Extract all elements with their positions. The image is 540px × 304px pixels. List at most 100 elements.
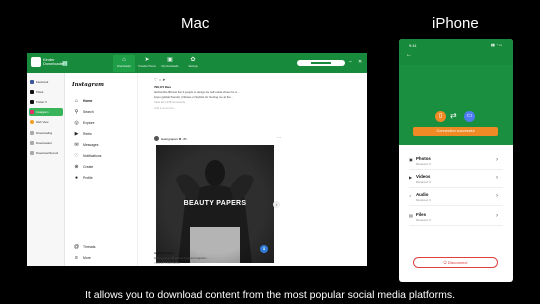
sidebar-item-instagram[interactable]: Instagram (29, 108, 63, 116)
post-caption-top-2: inspo (global friends) | tributes et Sty… (154, 95, 234, 99)
ig-nav-notifications[interactable]: ♡ Notifications (74, 153, 101, 159)
post-username[interactable]: beautypapers ✿ · 8h (161, 137, 187, 141)
post-image[interactable]: BEAUTY PAPERS ⬇ (156, 145, 274, 263)
close-icon[interactable]: ✕ (358, 59, 362, 65)
sidebar-item-label: Twitter X (36, 100, 47, 104)
iphone-label: iPhone (432, 15, 479, 32)
sidebar-item-label: Tiktok (36, 90, 44, 94)
iphone-screen: 9:41 ▮▮ ◔ ▭ ← ▯ ⇄ ▭ Connection successfu… (399, 39, 513, 282)
status-time: 9:41 (409, 43, 417, 48)
download-status-pill[interactable] (297, 60, 345, 66)
ig-nav-more[interactable]: ≡ More (74, 255, 91, 261)
ig-nav-messages[interactable]: ✉ Messages (74, 142, 98, 148)
chevron-right-icon: › (496, 193, 498, 199)
ig-nav-create[interactable]: ⊕ Create (74, 164, 93, 170)
platform-sidebar: Facebook Tiktok Twitter X Instagram Web … (27, 73, 65, 266)
messenger-icon: ✉ (74, 142, 79, 148)
tab-downloader[interactable]: ⌂ Downloader (113, 55, 135, 72)
tab-settings[interactable]: ✿ Settings (182, 55, 204, 72)
chevron-right-icon: › (496, 213, 498, 219)
download-fab[interactable]: ⬇ (260, 245, 268, 253)
profile-icon: ● (74, 175, 79, 181)
row-files[interactable]: ▤ Files Received: 0 › (409, 210, 503, 226)
ig-nav-label: Threads (83, 245, 96, 249)
ig-nav-home[interactable]: ⌂ Home (74, 98, 92, 104)
ig-nav-label: Reels (83, 132, 92, 136)
heart-icon: ♡ (74, 153, 79, 159)
video-icon: ▶ (409, 175, 413, 180)
more-icon[interactable]: ··· (277, 135, 281, 140)
back-arrow-icon[interactable]: ← (406, 52, 412, 58)
tiktok-icon (30, 90, 34, 94)
avatar[interactable] (154, 136, 159, 141)
download-icon (30, 131, 34, 135)
chevron-right-icon[interactable]: › (273, 201, 280, 208)
caption: It allows you to download content from t… (84, 289, 456, 301)
download-icon: ⌂ (122, 57, 126, 63)
ig-nav-label: Home (83, 99, 93, 103)
row-title: Files (416, 212, 427, 217)
sidebar-item-facebook[interactable]: Facebook (29, 78, 63, 86)
row-sub: Received: 0 (416, 218, 431, 222)
ig-nav-label: Explore (83, 121, 95, 125)
ig-nav-explore[interactable]: ◎ Explore (74, 120, 95, 126)
ig-nav-threads[interactable]: @ Threads (74, 244, 95, 250)
sidebar-item-record[interactable]: Download Record (29, 149, 63, 157)
row-title: Audio (416, 192, 429, 197)
sidebar-item-label: Downloading (36, 131, 53, 135)
ig-nav-label: Profile (83, 176, 93, 180)
post-caption-bottom: beautypapers ✿ @beautypapersmagazine ... (154, 256, 210, 260)
tab-transfer-phone[interactable]: ➤ Transfer Phone (136, 55, 158, 72)
sidebar-item-label: Instagram (36, 110, 49, 114)
chevron-right-icon: › (496, 175, 498, 181)
post-overlay-title: BEAUTY PAPERS (183, 200, 247, 207)
row-sub: Received: 0 (416, 180, 431, 184)
sidebar-item-web-view[interactable]: Web View (29, 118, 63, 126)
tab-label: Settings (188, 65, 198, 68)
app-logo (31, 57, 41, 67)
likes-count-top: 798,174 likes (154, 85, 172, 89)
row-videos[interactable]: ▶ Videos Received: 0 › (409, 172, 503, 188)
tab-label: Downloader (117, 65, 131, 68)
tab-my-downloads[interactable]: ▣ My Downloads (159, 55, 181, 72)
ig-nav-search[interactable]: ⚲ Search (74, 109, 94, 115)
view-comments-link[interactable]: View all 1,178 comments (154, 100, 185, 104)
ig-nav-reels[interactable]: ▶ Reels (74, 131, 92, 137)
clock-icon (30, 151, 34, 155)
phone-header: 9:41 ▮▮ ◔ ▭ ← (399, 39, 513, 65)
sidebar-item-downloading[interactable]: Downloading (29, 129, 63, 137)
phone-device-icon: ▯ (435, 111, 446, 122)
post-header: beautypapers ✿ · 8h (154, 136, 187, 141)
post-caption-top: fashionbite ✿ How Kei Il people to desig… (154, 90, 240, 94)
mac-label: Mac (181, 15, 210, 32)
mac-window: Kinder Downloader ▦ ⌂ Downloader ➤ Trans… (27, 53, 367, 266)
comment-input[interactable]: Add a comment... (154, 106, 176, 110)
row-sub: Received: 0 (416, 162, 431, 166)
disconnect-button[interactable]: ⏻ Disconnect (413, 257, 498, 268)
ig-nav-label: Messages (83, 143, 99, 147)
row-audio[interactable]: ♪ Audio Received: 0 › (409, 190, 503, 206)
minimize-icon[interactable]: – (349, 59, 352, 65)
status-fill (311, 62, 331, 64)
row-photos[interactable]: ▣ Photos Received: 0 › (409, 154, 503, 170)
sidebar-item-label: Facebook (36, 80, 49, 84)
compass-icon: ◎ (74, 120, 79, 126)
sidebar-item-twitter[interactable]: Twitter X (29, 98, 63, 106)
grid-icon[interactable]: ▦ (62, 60, 68, 67)
sidebar-item-label: Downloaded (36, 141, 52, 145)
instagram-feed: ♡ ○ ➤ 798,174 likes fashionbite ✿ How Ke… (139, 73, 295, 266)
x-icon (30, 100, 34, 104)
view-comments-bottom[interactable]: View all 3 comments (154, 261, 180, 265)
sidebar-item-tiktok[interactable]: Tiktok (29, 88, 63, 96)
ig-nav-profile[interactable]: ● Profile (74, 175, 93, 181)
row-title: Photos (416, 156, 431, 161)
sidebar-item-downloaded[interactable]: Downloaded (29, 139, 63, 147)
row-title: Videos (416, 174, 431, 179)
sidebar-item-label: Download Record (36, 151, 59, 155)
music-icon: ♪ (409, 193, 411, 198)
brand: Kinder Downloader (31, 57, 64, 67)
ig-nav-label: More (83, 256, 91, 260)
gear-icon: ✿ (190, 57, 196, 63)
file-icon: ▤ (409, 213, 413, 218)
menu-icon: ≡ (75, 255, 78, 261)
